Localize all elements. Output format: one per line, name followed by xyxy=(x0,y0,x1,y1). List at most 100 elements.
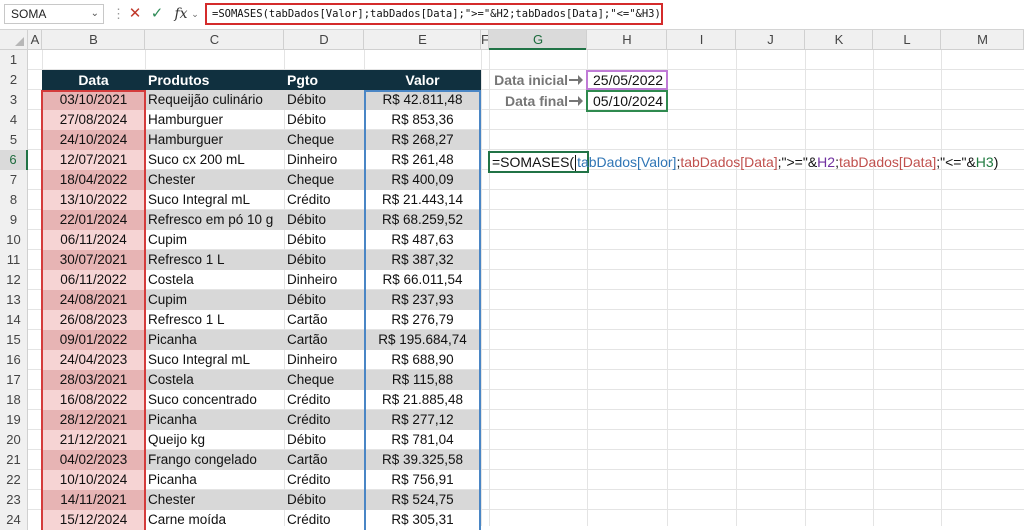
cell-h3-end-date[interactable]: 05/10/2024 xyxy=(586,90,668,112)
row-header-4[interactable]: 4 xyxy=(0,110,28,130)
row-header-1[interactable]: 1 xyxy=(0,50,28,70)
cell-produto[interactable]: Suco concentrado xyxy=(145,390,284,410)
cell-pgto[interactable]: Crédito xyxy=(284,190,364,210)
row-header-14[interactable]: 14 xyxy=(0,310,28,330)
row-header-19[interactable]: 19 xyxy=(0,410,28,430)
cell-pgto[interactable]: Débito xyxy=(284,230,364,250)
row-header-18[interactable]: 18 xyxy=(0,390,28,410)
cell-pgto[interactable]: Crédito xyxy=(284,390,364,410)
cell-produto[interactable]: Picanha xyxy=(145,410,284,430)
row-header-9[interactable]: 9 xyxy=(0,210,28,230)
row-header-7[interactable]: 7 xyxy=(0,170,28,190)
cancel-icon[interactable]: ✕ xyxy=(126,4,144,24)
cell-produto[interactable]: Requeijão culinário xyxy=(145,90,284,110)
column-header-a[interactable]: A xyxy=(28,30,42,50)
name-box[interactable]: SOMA ⌄ xyxy=(4,4,104,24)
cell-produto[interactable]: Frango congelado xyxy=(145,450,284,470)
row-header-8[interactable]: 8 xyxy=(0,190,28,210)
cell-produto[interactable]: Refresco 1 L xyxy=(145,310,284,330)
cell-produto[interactable]: Carne moída xyxy=(145,510,284,530)
row-header-2[interactable]: 2 xyxy=(0,70,28,90)
table-header-valor[interactable]: Valor xyxy=(364,70,481,90)
row-header-12[interactable]: 12 xyxy=(0,270,28,290)
column-header-c[interactable]: C xyxy=(145,30,284,50)
row-header-10[interactable]: 10 xyxy=(0,230,28,250)
cell-h2-start-date[interactable]: 25/05/2022 xyxy=(586,70,668,90)
column-header-e[interactable]: E xyxy=(364,30,481,50)
expand-icon[interactable]: ⌄ xyxy=(190,4,200,24)
valor-column-reference-highlight xyxy=(364,90,481,530)
column-header-b[interactable]: B xyxy=(42,30,145,50)
cell-pgto[interactable]: Cheque xyxy=(284,370,364,390)
cell-pgto[interactable]: Dinheiro xyxy=(284,150,364,170)
row-header-20[interactable]: 20 xyxy=(0,430,28,450)
drag-handle-icon[interactable]: ⋮ xyxy=(112,6,125,22)
select-all-button[interactable] xyxy=(0,30,28,50)
row-header-17[interactable]: 17 xyxy=(0,370,28,390)
column-header-g[interactable]: G xyxy=(489,30,587,50)
enter-icon[interactable]: ✓ xyxy=(148,4,166,24)
cell-produto[interactable]: Cupim xyxy=(145,230,284,250)
column-header-l[interactable]: L xyxy=(873,30,941,50)
cell-produto[interactable]: Costela xyxy=(145,270,284,290)
cell-produto[interactable]: Refresco em pó 10 g xyxy=(145,210,284,230)
row-header-11[interactable]: 11 xyxy=(0,250,28,270)
row-header-13[interactable]: 13 xyxy=(0,290,28,310)
cell-produto[interactable]: Hamburguer xyxy=(145,130,284,150)
cell-pgto[interactable]: Débito xyxy=(284,430,364,450)
row-header-21[interactable]: 21 xyxy=(0,450,28,470)
cell-produto[interactable]: Queijo kg xyxy=(145,430,284,450)
table-header-data[interactable]: Data xyxy=(42,70,145,90)
cell-pgto[interactable]: Débito xyxy=(284,210,364,230)
column-header-m[interactable]: M xyxy=(941,30,1024,50)
cell-pgto[interactable]: Cartão xyxy=(284,330,364,350)
column-header-f[interactable]: F xyxy=(481,30,489,50)
row-header-22[interactable]: 22 xyxy=(0,470,28,490)
cell-pgto[interactable]: Débito xyxy=(284,490,364,510)
cell-produto[interactable]: Refresco 1 L xyxy=(145,250,284,270)
cell-produto[interactable]: Cupim xyxy=(145,290,284,310)
row-header-15[interactable]: 15 xyxy=(0,330,28,350)
row-header-3[interactable]: 3 xyxy=(0,90,28,110)
row-header-16[interactable]: 16 xyxy=(0,350,28,370)
text-cursor xyxy=(575,155,577,172)
cell-produto[interactable]: Hamburguer xyxy=(145,110,284,130)
cell-produto[interactable]: Suco Integral mL xyxy=(145,190,284,210)
cell-pgto[interactable]: Débito xyxy=(284,90,364,110)
cell-pgto[interactable]: Cheque xyxy=(284,170,364,190)
row-header-23[interactable]: 23 xyxy=(0,490,28,510)
cell-g6-formula[interactable]: =SOMASES(tabDados[Valor];tabDados[Data];… xyxy=(492,152,998,172)
cell-pgto[interactable]: Débito xyxy=(284,110,364,130)
cell-pgto[interactable]: Débito xyxy=(284,290,364,310)
cell-produto[interactable]: Suco cx 200 mL xyxy=(145,150,284,170)
cell-produto[interactable]: Suco Integral mL xyxy=(145,350,284,370)
cell-produto[interactable]: Chester xyxy=(145,170,284,190)
cell-produto[interactable]: Picanha xyxy=(145,470,284,490)
cell-pgto[interactable]: Cartão xyxy=(284,310,364,330)
column-header-j[interactable]: J xyxy=(736,30,805,50)
cell-pgto[interactable]: Crédito xyxy=(284,410,364,430)
cell-pgto[interactable]: Cartão xyxy=(284,450,364,470)
insert-function-button[interactable]: fx xyxy=(171,4,191,24)
column-header-d[interactable]: D xyxy=(284,30,364,50)
cell-pgto[interactable]: Crédito xyxy=(284,470,364,490)
table-header-pgto[interactable]: Pgto xyxy=(284,70,364,90)
name-box-value: SOMA xyxy=(11,7,47,21)
table-header-produtos[interactable]: Produtos xyxy=(145,70,284,90)
column-header-h[interactable]: H xyxy=(587,30,667,50)
row-header-5[interactable]: 5 xyxy=(0,130,28,150)
cell-produto[interactable]: Picanha xyxy=(145,330,284,350)
cell-produto[interactable]: Chester xyxy=(145,490,284,510)
cell-pgto[interactable]: Cheque xyxy=(284,130,364,150)
row-header-6[interactable]: 6 xyxy=(0,150,28,170)
cell-pgto[interactable]: Dinheiro xyxy=(284,270,364,290)
row-header-24[interactable]: 24 xyxy=(0,510,28,530)
column-header-k[interactable]: K xyxy=(805,30,873,50)
chevron-down-icon[interactable]: ⌄ xyxy=(91,5,99,23)
column-header-i[interactable]: I xyxy=(667,30,736,50)
cell-pgto[interactable]: Crédito xyxy=(284,510,364,530)
cell-pgto[interactable]: Dinheiro xyxy=(284,350,364,370)
cell-pgto[interactable]: Débito xyxy=(284,250,364,270)
cell-produto[interactable]: Costela xyxy=(145,370,284,390)
formula-input[interactable]: =SOMASES(tabDados[Valor];tabDados[Data];… xyxy=(205,3,663,25)
